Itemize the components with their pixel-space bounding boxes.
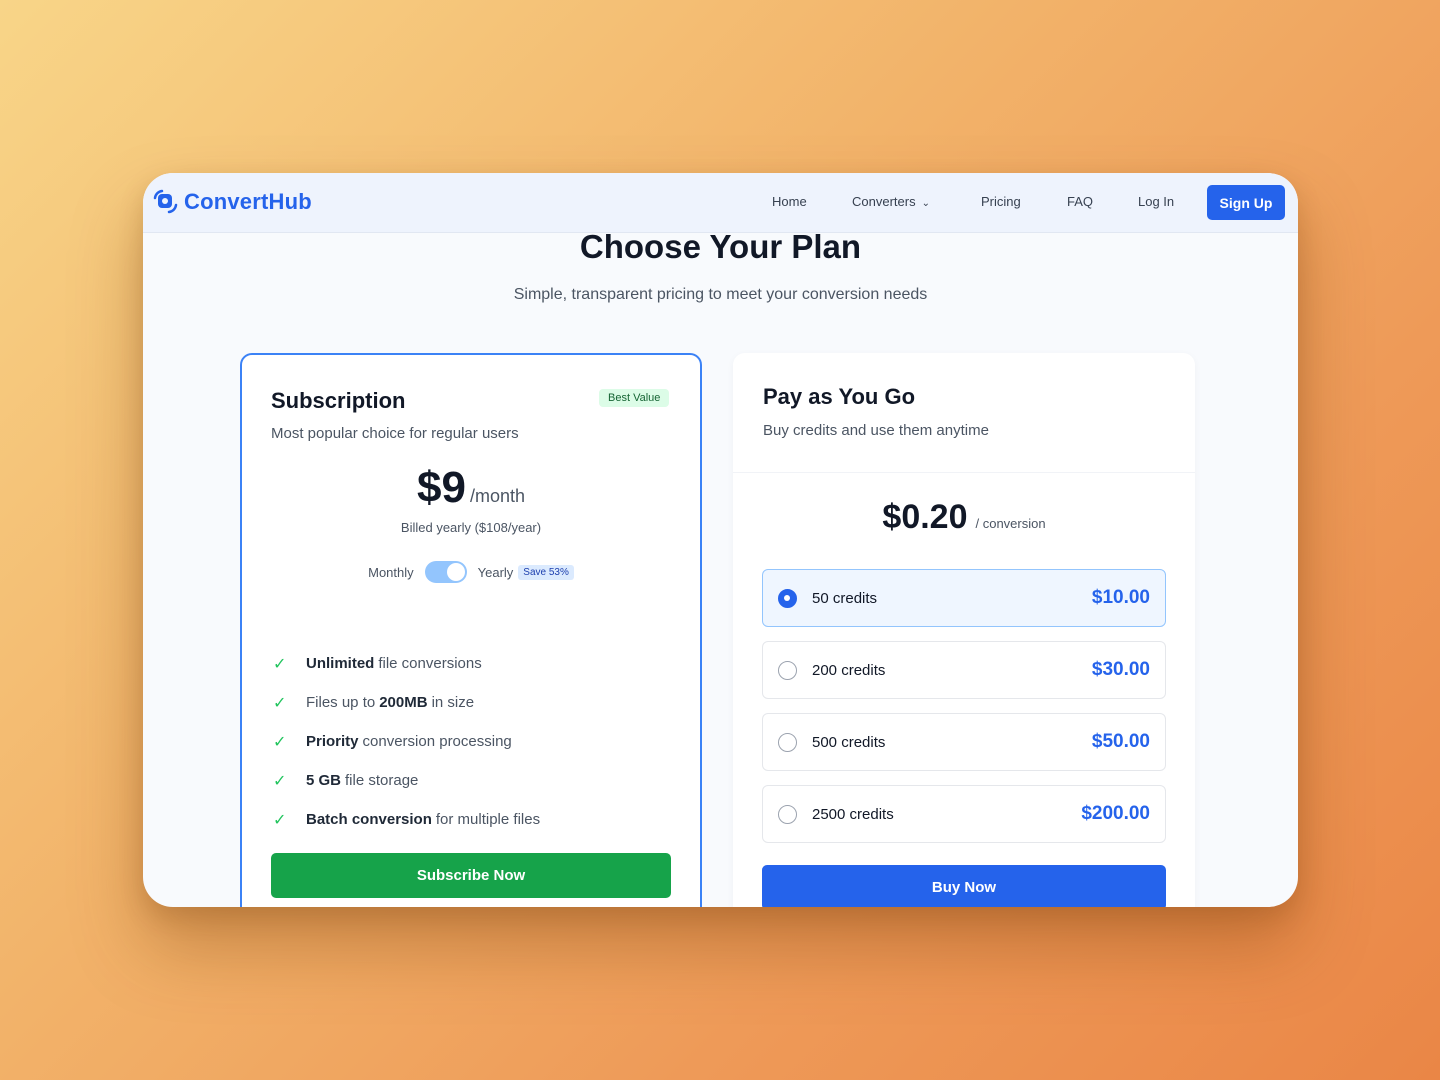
subscription-title: Subscription <box>271 388 406 413</box>
navbar: ConvertHub Home Converters ⌄ Pricing FAQ … <box>143 173 1298 233</box>
feature-list: ✓ Unlimited file conversions ✓ Files up … <box>273 644 540 839</box>
feature-text: file storage <box>345 772 419 789</box>
toggle-monthly-label[interactable]: Monthly <box>368 565 414 580</box>
feature-bold: Batch conversion <box>306 811 432 828</box>
feature-bold: Priority <box>306 733 359 750</box>
page-title: Choose Your Plan <box>579 228 862 265</box>
subscribe-button[interactable]: Subscribe Now <box>271 853 671 898</box>
best-value-badge: Best Value <box>599 389 670 407</box>
billing-toggle[interactable] <box>424 561 467 583</box>
credit-option-price: $10.00 <box>1091 587 1150 608</box>
chevron-down-icon: ⌄ <box>921 198 930 209</box>
feature-item: ✓ Unlimited file conversions <box>273 644 540 683</box>
check-icon: ✓ <box>273 655 287 673</box>
feature-text: conversion processing <box>362 733 512 750</box>
feature-text: in size <box>431 694 475 711</box>
nav-converters-label: Converters <box>852 194 916 209</box>
payg-price: $0.20 / conversion <box>733 498 1195 537</box>
payg-description: Buy credits and use them anytime <box>763 422 989 439</box>
payg-card: Pay as You Go Buy credits and use them a… <box>733 353 1195 907</box>
nav-faq[interactable]: FAQ <box>1067 194 1093 209</box>
logo-text: ConvertHub <box>184 189 312 214</box>
subscription-price: $9/month <box>242 463 700 513</box>
credit-option-200[interactable]: 200 credits $30.00 <box>762 641 1166 699</box>
credit-option-label: 500 credits <box>812 733 886 751</box>
radio-unselected[interactable] <box>778 732 797 752</box>
nav-login[interactable]: Log In <box>1138 194 1174 209</box>
toggle-knob <box>446 563 465 581</box>
credit-option-price: $30.00 <box>1091 659 1150 680</box>
feature-item: ✓ Batch conversion for multiple files <box>273 800 540 839</box>
billing-toggle-row: Monthly Yearly Save 53% <box>242 561 700 583</box>
feature-text-pre: Files up to <box>306 694 376 711</box>
buy-now-button[interactable]: Buy Now <box>762 865 1166 907</box>
feature-text: file conversions <box>378 655 482 672</box>
check-icon: ✓ <box>273 694 287 712</box>
signup-button[interactable]: Sign Up <box>1207 185 1285 220</box>
payg-price-amount: $0.20 <box>882 498 968 536</box>
save-badge: Save 53% <box>518 564 574 580</box>
subscription-card: Subscription Best Value Most popular cho… <box>240 353 702 907</box>
feature-item: ✓ Files up to 200MB in size <box>273 683 540 722</box>
credit-option-price: $50.00 <box>1091 731 1150 752</box>
nav-converters[interactable]: Converters ⌄ <box>852 194 930 209</box>
browser-window: ConvertHub Home Converters ⌄ Pricing FAQ … <box>143 173 1298 907</box>
check-icon: ✓ <box>273 811 287 829</box>
credit-option-label: 2500 credits <box>812 805 894 823</box>
feature-item: ✓ Priority conversion processing <box>273 722 540 761</box>
page-subtitle: Simple, transparent pricing to meet your… <box>513 286 928 303</box>
radio-selected[interactable] <box>778 588 797 608</box>
billing-note: Billed yearly ($108/year) <box>400 520 542 535</box>
feature-bold: Unlimited <box>306 655 375 672</box>
feature-bold: 200MB <box>379 694 428 711</box>
feature-item: ✓ 5 GB file storage <box>273 761 540 800</box>
credit-option-label: 50 credits <box>812 589 878 607</box>
credit-option-price: $200.00 <box>1081 803 1150 824</box>
logo[interactable]: ConvertHub <box>152 188 312 216</box>
toggle-yearly-label[interactable]: Yearly <box>478 565 514 580</box>
subscription-description: Most popular choice for regular users <box>271 425 519 442</box>
subscription-price-amount: $9 <box>417 463 466 512</box>
payg-price-unit: / conversion <box>975 516 1046 531</box>
credit-option-50[interactable]: 50 credits $10.00 <box>762 569 1166 627</box>
check-icon: ✓ <box>273 733 287 751</box>
feature-bold: 5 GB <box>306 772 342 789</box>
feature-text: for multiple files <box>435 811 541 828</box>
payg-title: Pay as You Go <box>763 384 916 409</box>
radio-unselected[interactable] <box>778 804 797 824</box>
radio-unselected[interactable] <box>778 660 797 680</box>
nav-pricing[interactable]: Pricing <box>981 194 1021 209</box>
credit-option-2500[interactable]: 2500 credits $200.00 <box>762 785 1166 843</box>
nav-home[interactable]: Home <box>772 194 807 209</box>
payg-header: Pay as You Go Buy credits and use them a… <box>733 353 1195 473</box>
logo-icon <box>153 189 178 214</box>
subscription-price-unit: /month <box>469 486 525 506</box>
credit-option-label: 200 credits <box>812 661 886 679</box>
credit-option-500[interactable]: 500 credits $50.00 <box>762 713 1166 771</box>
check-icon: ✓ <box>273 772 287 790</box>
